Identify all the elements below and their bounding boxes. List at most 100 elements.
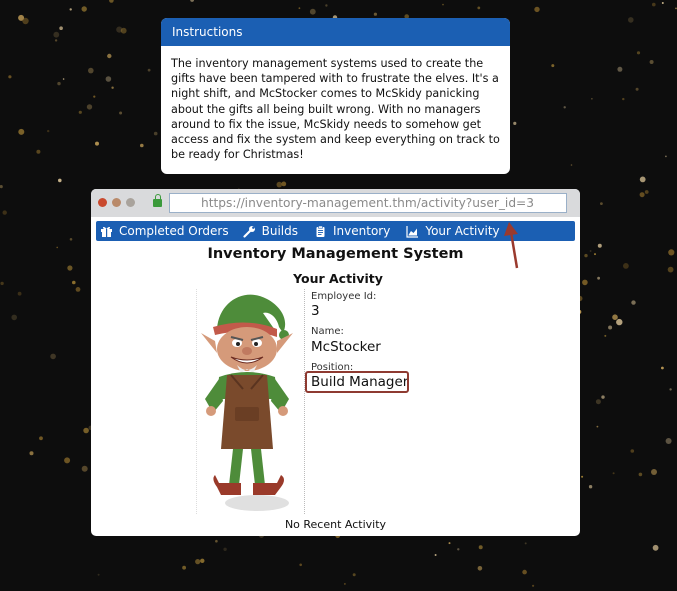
bokeh-dot [111, 86, 114, 89]
bokeh-dot [478, 545, 483, 550]
bokeh-dot [442, 3, 444, 6]
minimize-window-button[interactable] [112, 198, 121, 207]
bokeh-dot [107, 53, 112, 59]
bokeh-dot [638, 472, 643, 477]
bokeh-dot [39, 436, 43, 441]
nav-inventory[interactable]: Inventory [314, 221, 390, 241]
bokeh-dot [215, 539, 218, 543]
bokeh-dot [434, 554, 437, 556]
bokeh-dot [584, 253, 588, 258]
bokeh-dot [635, 87, 639, 91]
bokeh-dot [18, 128, 25, 135]
bokeh-dot [88, 67, 94, 74]
avatar-frame [196, 289, 305, 514]
nav-label: Your Activity [425, 224, 500, 238]
close-window-button[interactable] [98, 198, 107, 207]
bokeh-dot [604, 334, 607, 337]
bokeh-dot [665, 438, 672, 444]
nav-completed-orders[interactable]: Completed Orders [100, 221, 229, 241]
bokeh-dot [190, 0, 194, 2]
bokeh-dot [344, 583, 346, 585]
bokeh-dot [200, 558, 205, 563]
app-title: Inventory Management System [207, 246, 464, 262]
maximize-window-button[interactable] [126, 198, 135, 207]
bokeh-dot [58, 178, 62, 183]
bokeh-dot [563, 106, 566, 109]
bokeh-dot [477, 566, 483, 571]
nav-your-activity[interactable]: Your Activity [406, 221, 500, 241]
gift-icon [101, 226, 112, 237]
bokeh-dot [631, 300, 636, 305]
bokeh-dot [36, 149, 41, 154]
bokeh-dot [668, 249, 675, 256]
bokeh-dot [524, 542, 527, 545]
bokeh-dot [62, 78, 65, 80]
bokeh-dot [2, 210, 7, 215]
bokeh-dot [81, 6, 87, 12]
bokeh-dot [97, 573, 100, 576]
bokeh-dot [276, 181, 283, 188]
recent-activity-text: No Recent Activity [284, 518, 387, 531]
bokeh-dot [0, 281, 4, 286]
employee-id-label: Employee Id: [311, 291, 377, 302]
nav-label: Builds [261, 224, 298, 238]
bokeh-dot [652, 2, 656, 7]
bokeh-dot [581, 475, 584, 478]
bokeh-dot [93, 95, 96, 98]
bokeh-dot [309, 8, 316, 15]
bokeh-dot [57, 81, 61, 86]
url-bar[interactable]: https://inventory-management.thm/activit… [169, 193, 567, 213]
name-value: McStocker [311, 339, 381, 355]
chart-icon [406, 225, 419, 238]
bokeh-dot [639, 176, 646, 183]
bokeh-dot [120, 27, 127, 34]
wrench-icon [243, 225, 255, 238]
bokeh-dot [54, 39, 58, 42]
bokeh-dot [630, 449, 635, 453]
instructions-text: The inventory management systems used to… [171, 57, 500, 162]
bokeh-dot [86, 104, 93, 110]
bokeh-dot [532, 584, 535, 587]
bokeh-dot [617, 66, 623, 72]
bokeh-dot [651, 469, 657, 475]
bokeh-dot [53, 31, 60, 38]
bokeh-dot [628, 17, 634, 23]
bokeh-dot [11, 314, 17, 321]
bokeh-dot [0, 185, 3, 189]
bokeh-dot [661, 2, 664, 4]
instructions-panel: Instructions The inventory management sy… [161, 18, 510, 174]
instructions-title: Instructions [161, 18, 510, 46]
bokeh-dot [22, 17, 29, 25]
position-highlight-box [305, 371, 409, 393]
bokeh-dot [669, 388, 672, 391]
bokeh-dot [522, 569, 527, 575]
section-title: Your Activity [293, 271, 383, 286]
bokeh-dot [75, 287, 81, 292]
nav-label: Completed Orders [119, 224, 229, 238]
bokeh-dot [649, 60, 654, 64]
browser-titlebar: https://inventory-management.thm/activit… [91, 189, 580, 217]
bokeh-dot [352, 573, 356, 577]
bokeh-dot [448, 542, 451, 545]
bokeh-dot [17, 291, 22, 296]
bokeh-dot [67, 265, 73, 271]
bokeh-dot [513, 121, 517, 125]
employee-id-value: 3 [311, 303, 320, 319]
lock-icon [153, 194, 162, 207]
bokeh-dot [373, 12, 377, 16]
bokeh-dot [667, 266, 674, 273]
bokeh-dot [612, 314, 618, 321]
bokeh-dot [47, 129, 50, 133]
bokeh-dot [612, 472, 615, 475]
bokeh-dot [109, 0, 114, 3]
bokeh-dot [281, 181, 287, 187]
bokeh-dot [570, 164, 573, 166]
bokeh-dot [636, 51, 641, 55]
bokeh-dot [59, 26, 63, 31]
bokeh-dot [616, 318, 623, 326]
bokeh-dot [119, 111, 123, 115]
nav-builds[interactable]: Builds [243, 221, 298, 241]
bokeh-dot [81, 465, 88, 472]
bokeh-dot [595, 399, 601, 405]
bokeh-dot [639, 192, 645, 198]
